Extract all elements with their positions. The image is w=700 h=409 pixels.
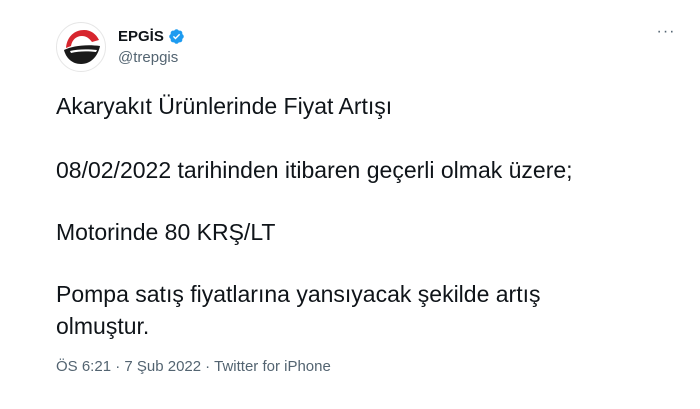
tweet-timestamp[interactable]: ÖS 6:21 · 7 Şub 2022 <box>56 358 201 375</box>
display-name-row: EPGİS <box>118 27 185 47</box>
tweet-meta: ÖS 6:21 · 7 Şub 2022 · Twitter for iPhon… <box>56 358 331 375</box>
author-names: EPGİS @trepgis <box>118 27 185 68</box>
tweet-line-price: Motorinde 80 KRŞ/LT <box>56 219 276 245</box>
verified-badge-icon <box>168 28 185 45</box>
tweet-line-date: 08/02/2022 tarihinden itibaren geçerli o… <box>56 157 573 183</box>
epgis-logo-icon <box>64 30 100 64</box>
meta-separator: · <box>205 358 211 375</box>
more-options-icon[interactable]: ··· <box>654 22 678 42</box>
tweet-line-title: Akaryakıt Ürünlerinde Fiyat Artışı <box>56 93 393 119</box>
avatar[interactable] <box>56 22 106 72</box>
tweet-card: EPGİS @trepgis ··· Akaryakıt Ürünlerinde… <box>0 0 700 409</box>
tweet-line-note: Pompa satış fiyatlarına yansıyacak şekil… <box>56 281 541 339</box>
tweet-source[interactable]: Twitter for iPhone <box>214 358 331 375</box>
display-name[interactable]: EPGİS <box>118 27 164 47</box>
tweet-header: EPGİS @trepgis <box>56 22 185 72</box>
handle[interactable]: @trepgis <box>118 48 185 68</box>
